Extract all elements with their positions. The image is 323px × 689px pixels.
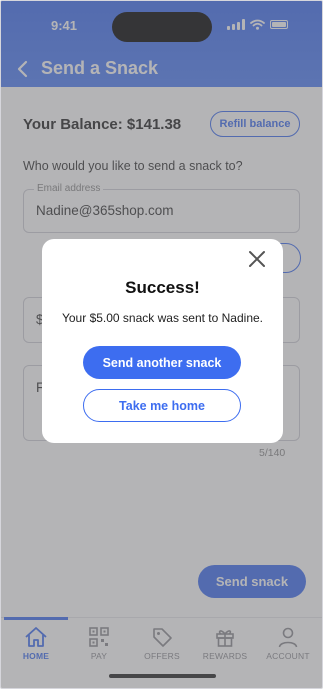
dialog-message: Your $5.00 snack was sent to Nadine.: [61, 311, 264, 325]
phone-screen: 9:41 Send a Snack Your Balance: $14: [0, 0, 323, 689]
take-me-home-button[interactable]: Take me home: [83, 389, 241, 422]
send-another-snack-button[interactable]: Send another snack: [83, 346, 241, 379]
dialog-title: Success!: [125, 278, 200, 297]
success-dialog: Success! Your $5.00 snack was sent to Na…: [42, 239, 283, 443]
close-icon[interactable]: [247, 249, 267, 269]
